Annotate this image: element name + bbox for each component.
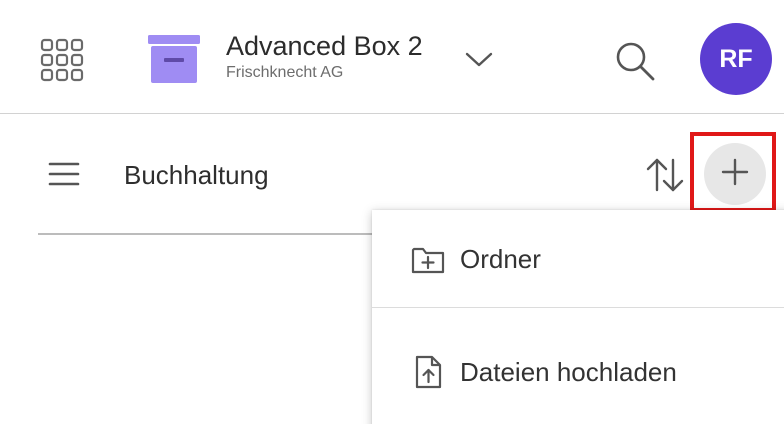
search-icon[interactable] [612,38,658,84]
add-dropdown-menu: Ordner Dateien hochladen [372,210,784,424]
hamburger-menu-icon[interactable] [46,158,82,190]
archive-box-icon [148,33,200,85]
new-folder-icon [410,242,446,278]
header-divider [0,113,784,114]
menu-item-label: Dateien hochladen [460,357,677,387]
app-title: Advanced Box 2 [226,31,423,61]
apps-grid-icon[interactable] [40,38,84,82]
menu-item-label: Ordner [460,244,541,274]
avatar-initials: RF [719,44,753,73]
menu-item-new-folder[interactable]: Ordner [372,210,784,306]
plus-icon [720,157,750,192]
app-subtitle: Frischknecht AG [226,64,344,81]
sort-icon[interactable] [644,154,686,196]
app-title-block[interactable]: Advanced Box 2 Frischknecht AG [226,30,423,90]
file-upload-icon [410,354,446,390]
folder-title: Buchhaltung [124,160,269,190]
chevron-down-icon[interactable] [462,44,496,74]
app-page: Advanced Box 2 Frischknecht AG RF Buchha… [0,0,784,424]
add-button[interactable] [704,143,766,205]
menu-divider [372,307,784,308]
avatar[interactable]: RF [700,23,772,95]
menu-item-upload-files[interactable]: Dateien hochladen [372,324,784,420]
toolbar-divider [38,233,372,235]
